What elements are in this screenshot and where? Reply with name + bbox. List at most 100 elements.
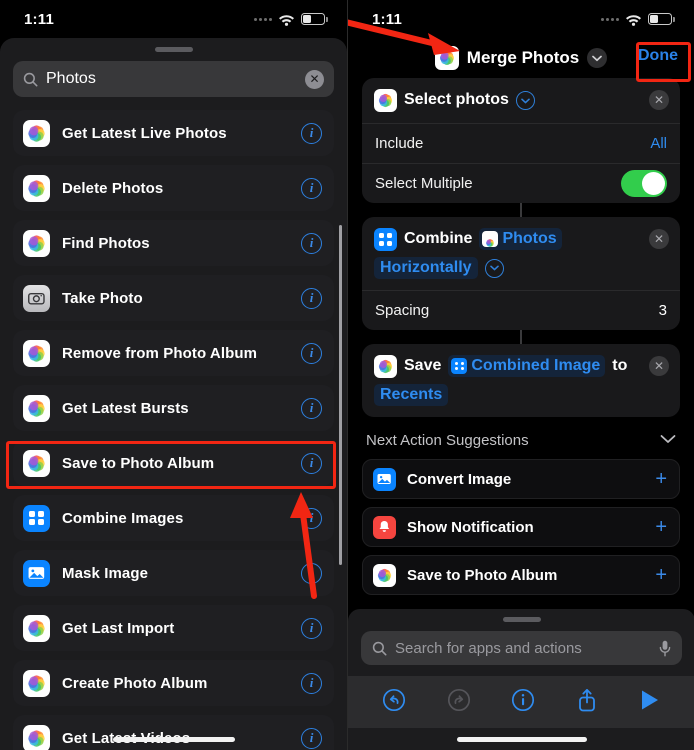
microphone-icon[interactable] — [659, 640, 671, 657]
action-card-header[interactable]: Select photos ✕ — [362, 78, 680, 123]
search-result-label: Find Photos — [62, 234, 150, 252]
suggestion-row[interactable]: Convert Image + — [362, 459, 680, 499]
action-parameter-row[interactable]: Spacing 3 — [362, 290, 680, 330]
select-multiple-toggle[interactable] — [621, 170, 667, 197]
parameter-token[interactable]: Recents — [374, 384, 449, 406]
add-suggestion-button[interactable]: + — [655, 469, 667, 489]
action-parameter-row[interactable]: Include All — [362, 123, 680, 163]
info-icon[interactable]: i — [301, 342, 322, 364]
photos-app-icon — [23, 669, 50, 697]
info-icon[interactable]: i — [301, 287, 322, 309]
search-result-row[interactable]: Get Latest Live Photos i — [13, 110, 334, 156]
redo-button[interactable] — [447, 688, 471, 717]
action-card[interactable]: Select photos ✕ Include All Select Multipl… — [362, 78, 680, 203]
info-button[interactable] — [511, 688, 535, 717]
search-result-row[interactable]: Combine Images i — [13, 495, 334, 541]
search-result-row[interactable]: Remove from Photo Album i — [13, 330, 334, 376]
action-card-header[interactable]: Combine Photos Horizontally ✕ — [362, 217, 680, 290]
sheet-grabber[interactable] — [154, 47, 193, 52]
undo-button[interactable] — [382, 688, 406, 717]
shortcut-title-button[interactable]: Merge Photos — [434, 46, 608, 70]
remove-action-button[interactable]: ✕ — [649, 229, 669, 249]
add-suggestion-button[interactable]: + — [655, 517, 667, 537]
info-icon[interactable]: i — [301, 452, 322, 474]
search-result-row[interactable]: Create Photo Album i — [13, 660, 334, 706]
action-title: Select photos — [404, 91, 509, 108]
share-button[interactable] — [576, 688, 598, 717]
search-result-row[interactable]: Get Last Import i — [13, 605, 334, 651]
bottom-sheet-grabber[interactable] — [502, 617, 541, 622]
info-icon[interactable]: i — [301, 177, 322, 199]
wifi-icon — [278, 13, 295, 26]
next-action-suggestions-header[interactable]: Next Action Suggestions — [362, 417, 680, 459]
add-suggestion-button[interactable]: + — [655, 565, 667, 585]
search-result-row[interactable]: Get Latest Bursts i — [13, 385, 334, 431]
variable-token[interactable]: Combined Image — [448, 355, 606, 377]
results-scrollbar[interactable] — [339, 225, 342, 565]
parameter-token[interactable]: Horizontally — [374, 257, 478, 279]
remove-action-button[interactable]: ✕ — [649, 90, 669, 110]
info-icon[interactable]: i — [301, 507, 322, 529]
clear-search-button[interactable]: ✕ — [305, 69, 324, 89]
chevron-down-icon-action[interactable] — [484, 258, 504, 278]
suggestions-list: Convert Image + Show Notification + Save to… — [362, 459, 680, 595]
search-result-row[interactable]: Find Photos i — [13, 220, 334, 266]
battery-icon-right — [648, 13, 675, 25]
chevron-down-icon[interactable] — [587, 48, 608, 68]
convert-image-icon — [373, 467, 396, 491]
search-result-row[interactable]: Delete Photos i — [13, 165, 334, 211]
suggestion-row[interactable]: Save to Photo Album + — [362, 555, 680, 595]
photos-app-icon — [482, 231, 499, 247]
parameter-label: Spacing — [375, 302, 430, 319]
signal-dots-icon-right — [601, 17, 619, 21]
search-input[interactable]: Photos ✕ — [13, 61, 334, 97]
status-time-right: 1:11 — [372, 10, 402, 28]
mask-image-icon — [23, 559, 50, 587]
photos-app-icon — [23, 119, 50, 147]
info-icon[interactable]: i — [301, 617, 322, 639]
parameter-value[interactable]: All — [650, 135, 667, 152]
info-icon[interactable]: i — [301, 562, 322, 584]
search-result-row[interactable]: Save to Photo Album i — [13, 440, 334, 486]
home-indicator-right — [348, 728, 694, 750]
action-search-placeholder: Search for apps and actions — [395, 639, 582, 657]
search-result-row[interactable]: Take Photo i — [13, 275, 334, 321]
search-result-label: Delete Photos — [62, 179, 164, 197]
suggestion-label: Save to Photo Album — [407, 566, 558, 584]
search-result-row[interactable]: Mask Image i — [13, 550, 334, 596]
action-card[interactable]: Combine Photos Horizontally ✕ Spacing 3 — [362, 217, 680, 330]
info-icon[interactable]: i — [301, 397, 322, 419]
search-result-label: Create Photo Album — [62, 674, 208, 692]
token-label: Recents — [380, 386, 443, 403]
combine-images-icon — [23, 504, 50, 532]
status-bar-right: 1:11 — [348, 0, 694, 38]
action-card-header[interactable]: Save Combined Image to Recents ✕ — [362, 344, 680, 417]
search-icon-bottom — [372, 641, 387, 655]
suggestion-row[interactable]: Show Notification + — [362, 507, 680, 547]
action-card[interactable]: Save Combined Image to Recents ✕ — [362, 344, 680, 417]
chevron-down-icon-suggestions[interactable] — [660, 431, 676, 449]
editor-toolbar — [348, 676, 694, 728]
action-search-input[interactable]: Search for apps and actions — [361, 631, 682, 665]
combine-images-icon — [374, 228, 397, 251]
search-result-label: Get Latest Bursts — [62, 399, 189, 417]
action-parameter-row[interactable]: Select Multiple — [362, 163, 680, 203]
search-panel: 1:11 Photos ✕ Get Latest Live Photos i D… — [0, 0, 347, 750]
photos-app-icon — [23, 449, 50, 477]
run-button[interactable] — [639, 688, 661, 717]
action-verb: Save — [404, 357, 442, 374]
info-icon[interactable]: i — [301, 232, 322, 254]
search-query-value: Photos — [46, 70, 96, 87]
done-button[interactable]: Done — [638, 47, 678, 65]
action-connector — [520, 330, 522, 344]
variable-token[interactable]: Photos — [479, 228, 562, 250]
info-icon[interactable]: i — [301, 122, 322, 144]
remove-action-button[interactable]: ✕ — [649, 356, 669, 376]
chevron-down-icon-action[interactable] — [515, 91, 535, 110]
action-search-sheet: Search for apps and actions — [348, 609, 694, 750]
search-result-label: Combine Images — [62, 509, 184, 527]
photos-app-icon — [23, 339, 50, 367]
parameter-value[interactable]: 3 — [659, 302, 667, 319]
info-icon[interactable]: i — [301, 672, 322, 694]
action-joiner: to — [612, 357, 628, 374]
